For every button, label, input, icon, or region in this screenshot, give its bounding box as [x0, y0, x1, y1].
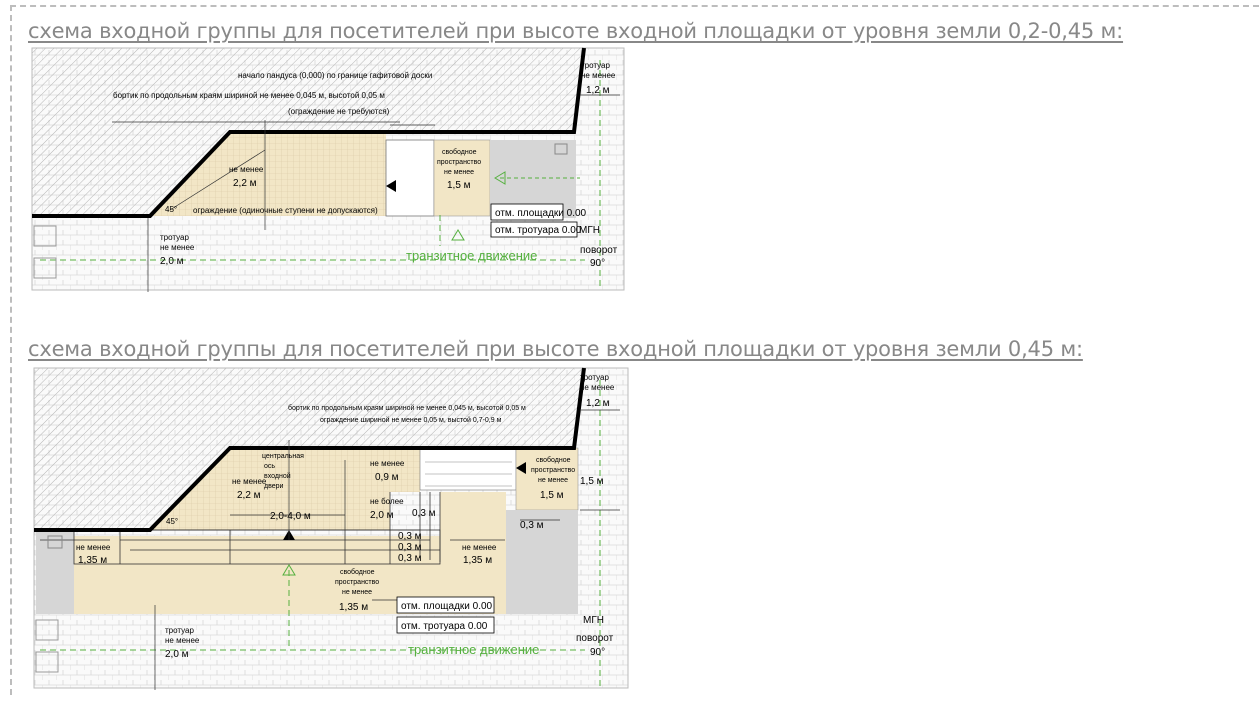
scheme-2-free-1: свободное	[536, 456, 571, 464]
scheme-2-step-d: 0,3 м	[398, 553, 422, 564]
scheme-2-axis-2: ось	[264, 463, 275, 470]
scheme-1-sidewalk-left-2: не менее	[160, 243, 195, 252]
scheme-1-sidewalk-right-3: 1,2 м	[586, 85, 610, 96]
scheme-2-door-width: 2,0-4,0 м	[270, 511, 311, 522]
scheme-1-turn-2: 90°	[590, 258, 605, 269]
scheme-1-sidewalk-right-1: тротуар	[581, 61, 611, 70]
scheme-2-upper-1: не менее	[370, 459, 405, 468]
scheme-2-upper-2: 0,9 м	[375, 472, 399, 483]
scheme-2-bottom-2: пространство	[335, 579, 379, 586]
scheme-2-curb: бортик по продольным краям шириной не ме…	[288, 404, 526, 412]
scheme-2-depth: 1,5 м	[580, 476, 604, 487]
scheme-2-bottom-3: не менее	[342, 589, 372, 596]
scheme-1-level-platform: отм. площадки 0.00	[495, 208, 587, 219]
scheme-2-door-zone	[419, 447, 517, 491]
scheme-1-ramp-1: не менее	[229, 165, 264, 174]
scheme-1-free-2: пространство	[437, 159, 481, 166]
scheme-2-axis-1: центральная	[262, 453, 304, 460]
scheme-2-plan: тротуар не менее 1,2 м бортик по продоль…	[33, 367, 629, 690]
scheme-1-ramp-start: начало пандуса (0,000) по границе гафито…	[238, 71, 432, 80]
scheme-2-fence: ограждение шириной не менее 0,05 м, выст…	[320, 416, 502, 424]
scheme-1-free-3: не менее	[444, 169, 474, 176]
scheme-2-left-2: 1,35 м	[78, 555, 107, 566]
scheme-2-bottom-4: 1,35 м	[339, 602, 368, 613]
scheme-2-step-a: 0,3 м	[412, 508, 436, 519]
scheme-2-free-2: пространство	[531, 467, 575, 474]
scheme-1-door-zone	[385, 139, 435, 217]
scheme-2-sidewalk-left-2: не менее	[165, 636, 200, 645]
scheme-2-free-4: 1,5 м	[540, 490, 564, 501]
scheme-2-level-platform: отм. площадки 0.00	[401, 601, 493, 612]
scheme-1-sidewalk-right-2: не менее	[581, 71, 616, 80]
scheme-1-sidewalk-left-1: тротуар	[160, 233, 190, 242]
scheme-1-fence-note: (ограждение не требуются)	[288, 107, 390, 116]
scheme-1-fence: ограждение (одиночные ступени не допуска…	[193, 206, 378, 215]
scheme-2-mgn: МГН	[583, 615, 604, 626]
scheme-2-turn-2: 90°	[590, 647, 605, 658]
scheme-2-left-1: не менее	[76, 543, 111, 552]
scheme-2-sidewalk-right-3: 1,2 м	[586, 398, 610, 409]
scheme-2-sidewalk-right-2: не менее	[580, 383, 615, 392]
scheme-2-offset: 0,3 м	[520, 520, 544, 531]
scheme-2-bottom-1: свободное	[340, 568, 375, 576]
scheme-2-sidewalk-left-3: 2,0 м	[165, 649, 189, 660]
scheme-2-turn-1: поворот	[576, 633, 614, 644]
scheme-1-transit: транзитное движение	[406, 248, 537, 263]
scheme-2-ramp-2: 2,2 м	[237, 490, 261, 501]
scheme-1-angle: 45°	[165, 205, 177, 214]
entrance-schemes-drawing: начало пандуса (0,000) по границе гафито…	[31, 47, 629, 690]
scheme-2-max-1: не более	[370, 497, 404, 506]
scheme-1-free-1: свободное	[442, 148, 477, 156]
scheme-2-right-2: 1,35 м	[463, 555, 492, 566]
scheme-1-mgn: МГН	[579, 225, 600, 236]
scheme-2-level-sidewalk: отм. тротуара 0.00	[401, 621, 488, 632]
scheme-2-step-c: 0,3 м	[398, 542, 422, 553]
scheme-2-gray-left	[36, 530, 74, 614]
scheme-2-transit: транзитное движение	[408, 642, 539, 657]
scheme-2-sidewalk-left-1: тротуар	[165, 626, 195, 635]
scheme-2-max-2: 2,0 м	[370, 510, 394, 521]
scheme-2-step-b: 0,3 м	[398, 531, 422, 542]
scheme-1-curb: бортик по продольным краям шириной не ме…	[113, 91, 385, 100]
scheme-2-right-1: не менее	[462, 543, 497, 552]
scheme-1-level-sidewalk: отм. тротуара 0.00	[495, 225, 582, 236]
scheme-1-sidewalk-left-3: 2,0 м	[160, 256, 184, 267]
scheme-1-free-4: 1,5 м	[447, 180, 471, 191]
scheme-2-ramp-1: не менее	[232, 477, 267, 486]
scheme-2-sidewalk-right-1: тротуар	[580, 373, 610, 382]
scheme-2-free-3: не менее	[538, 477, 568, 484]
scheme-1-turn-1: поворот	[580, 245, 618, 256]
scheme-2-axis-3: входной	[264, 472, 291, 480]
scheme-2-angle: 45°	[166, 517, 178, 526]
scheme-2-axis-4: двери	[264, 483, 284, 490]
scheme-1-ramp-2: 2,2 м	[233, 178, 257, 189]
scheme-1-plan: начало пандуса (0,000) по границе гафито…	[31, 47, 625, 292]
